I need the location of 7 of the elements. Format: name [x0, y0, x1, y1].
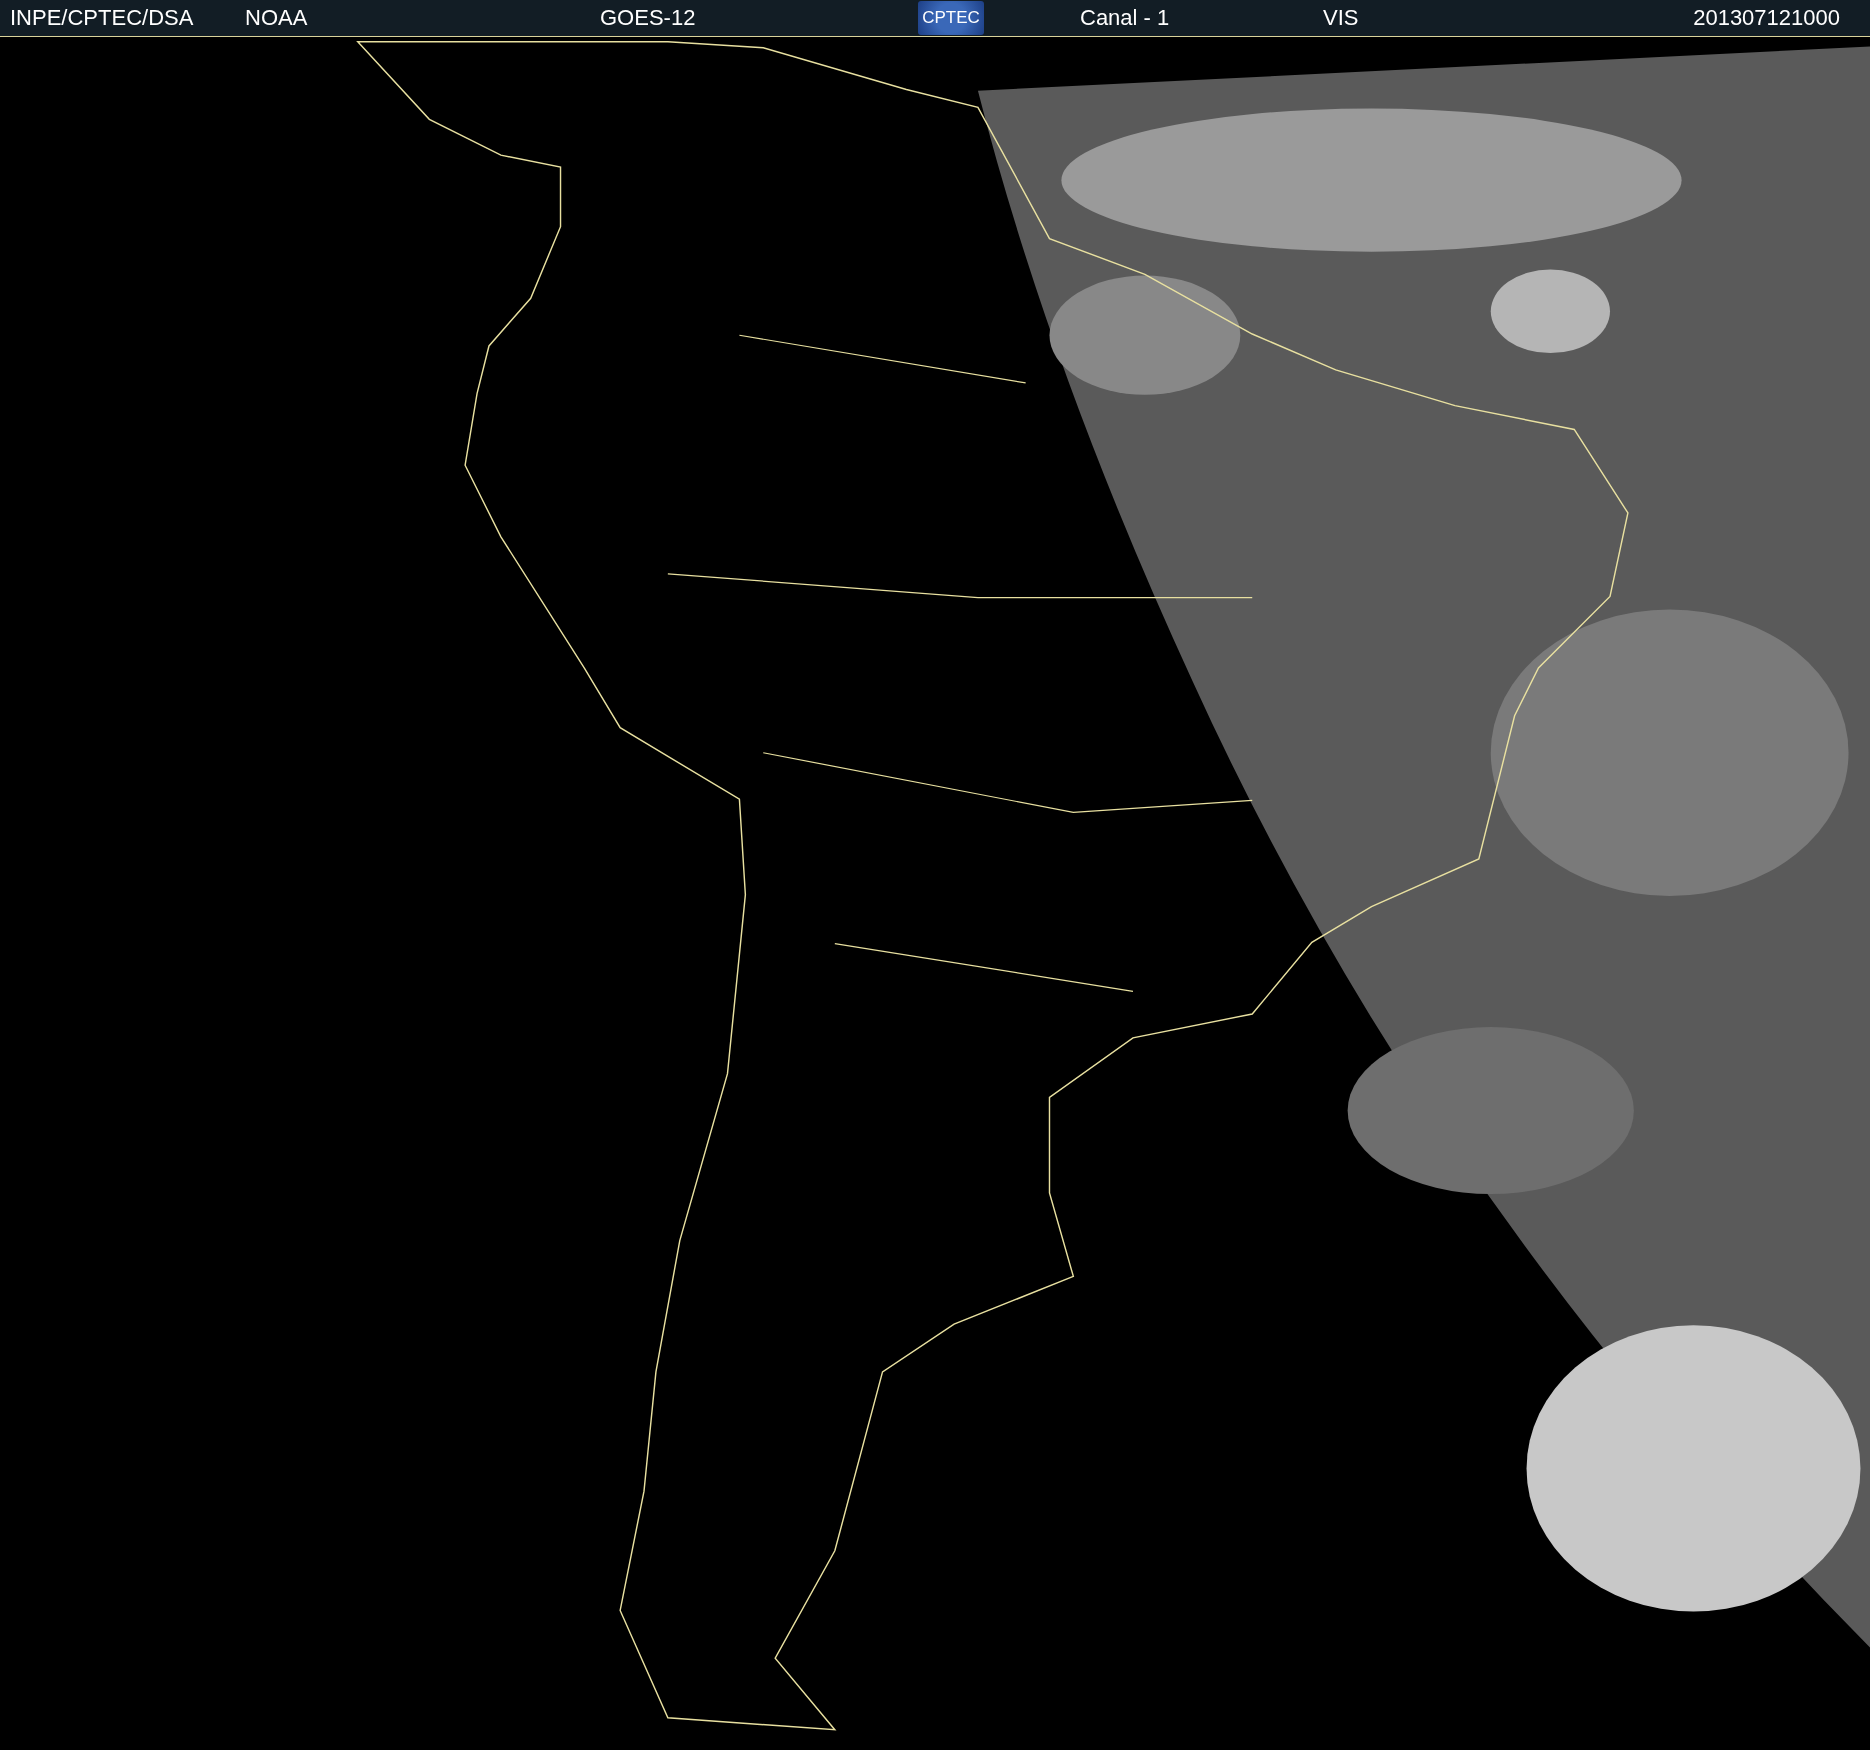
- source-label: INPE/CPTEC/DSA: [10, 5, 195, 31]
- satellite-label: GOES-12: [600, 5, 697, 31]
- logo: CPTEC: [918, 1, 984, 35]
- agency-label: NOAA: [245, 5, 309, 31]
- channel-label: Canal - 1: [1080, 5, 1171, 31]
- band-label: VIS: [1323, 5, 1360, 31]
- timestamp-label: 201307121000: [1693, 5, 1840, 31]
